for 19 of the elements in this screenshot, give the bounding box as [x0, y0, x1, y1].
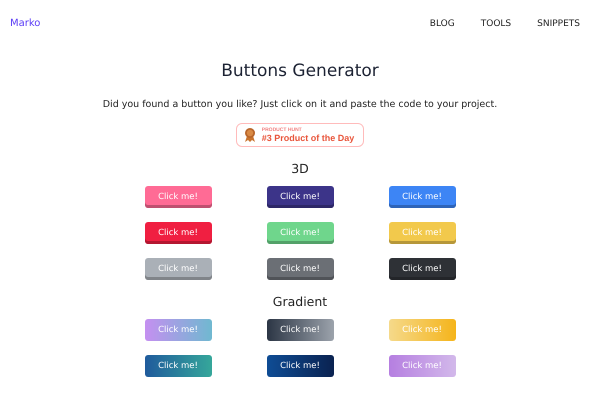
- click-me-button[interactable]: Click me!: [266, 186, 334, 208]
- badge-text: #3 Product of the Day: [262, 133, 354, 143]
- click-me-button[interactable]: Click me!: [266, 258, 334, 280]
- medal-icon: [244, 127, 256, 143]
- section-heading: 3D: [291, 161, 309, 176]
- section-heading: Gradient: [272, 294, 328, 309]
- click-me-button[interactable]: Click me!: [266, 319, 334, 341]
- brand-link[interactable]: Marko: [10, 18, 40, 29]
- nav-link[interactable]: SNIPPETS: [537, 18, 580, 28]
- click-me-button[interactable]: Click me!: [388, 186, 456, 208]
- click-me-button[interactable]: Click me!: [144, 186, 212, 208]
- click-me-button[interactable]: Click me!: [144, 222, 212, 244]
- nav-link[interactable]: BLOG: [430, 18, 455, 28]
- intro-text: Did you found a button you like? Just click on it and paste the code to your project.: [102, 99, 498, 110]
- click-me-button[interactable]: Click me!: [388, 258, 456, 280]
- nav-link[interactable]: TOOLS: [480, 18, 512, 28]
- page-title: Buttons Generator: [221, 61, 379, 81]
- click-me-button[interactable]: Click me!: [144, 355, 212, 377]
- click-me-button[interactable]: Click me!: [266, 355, 334, 377]
